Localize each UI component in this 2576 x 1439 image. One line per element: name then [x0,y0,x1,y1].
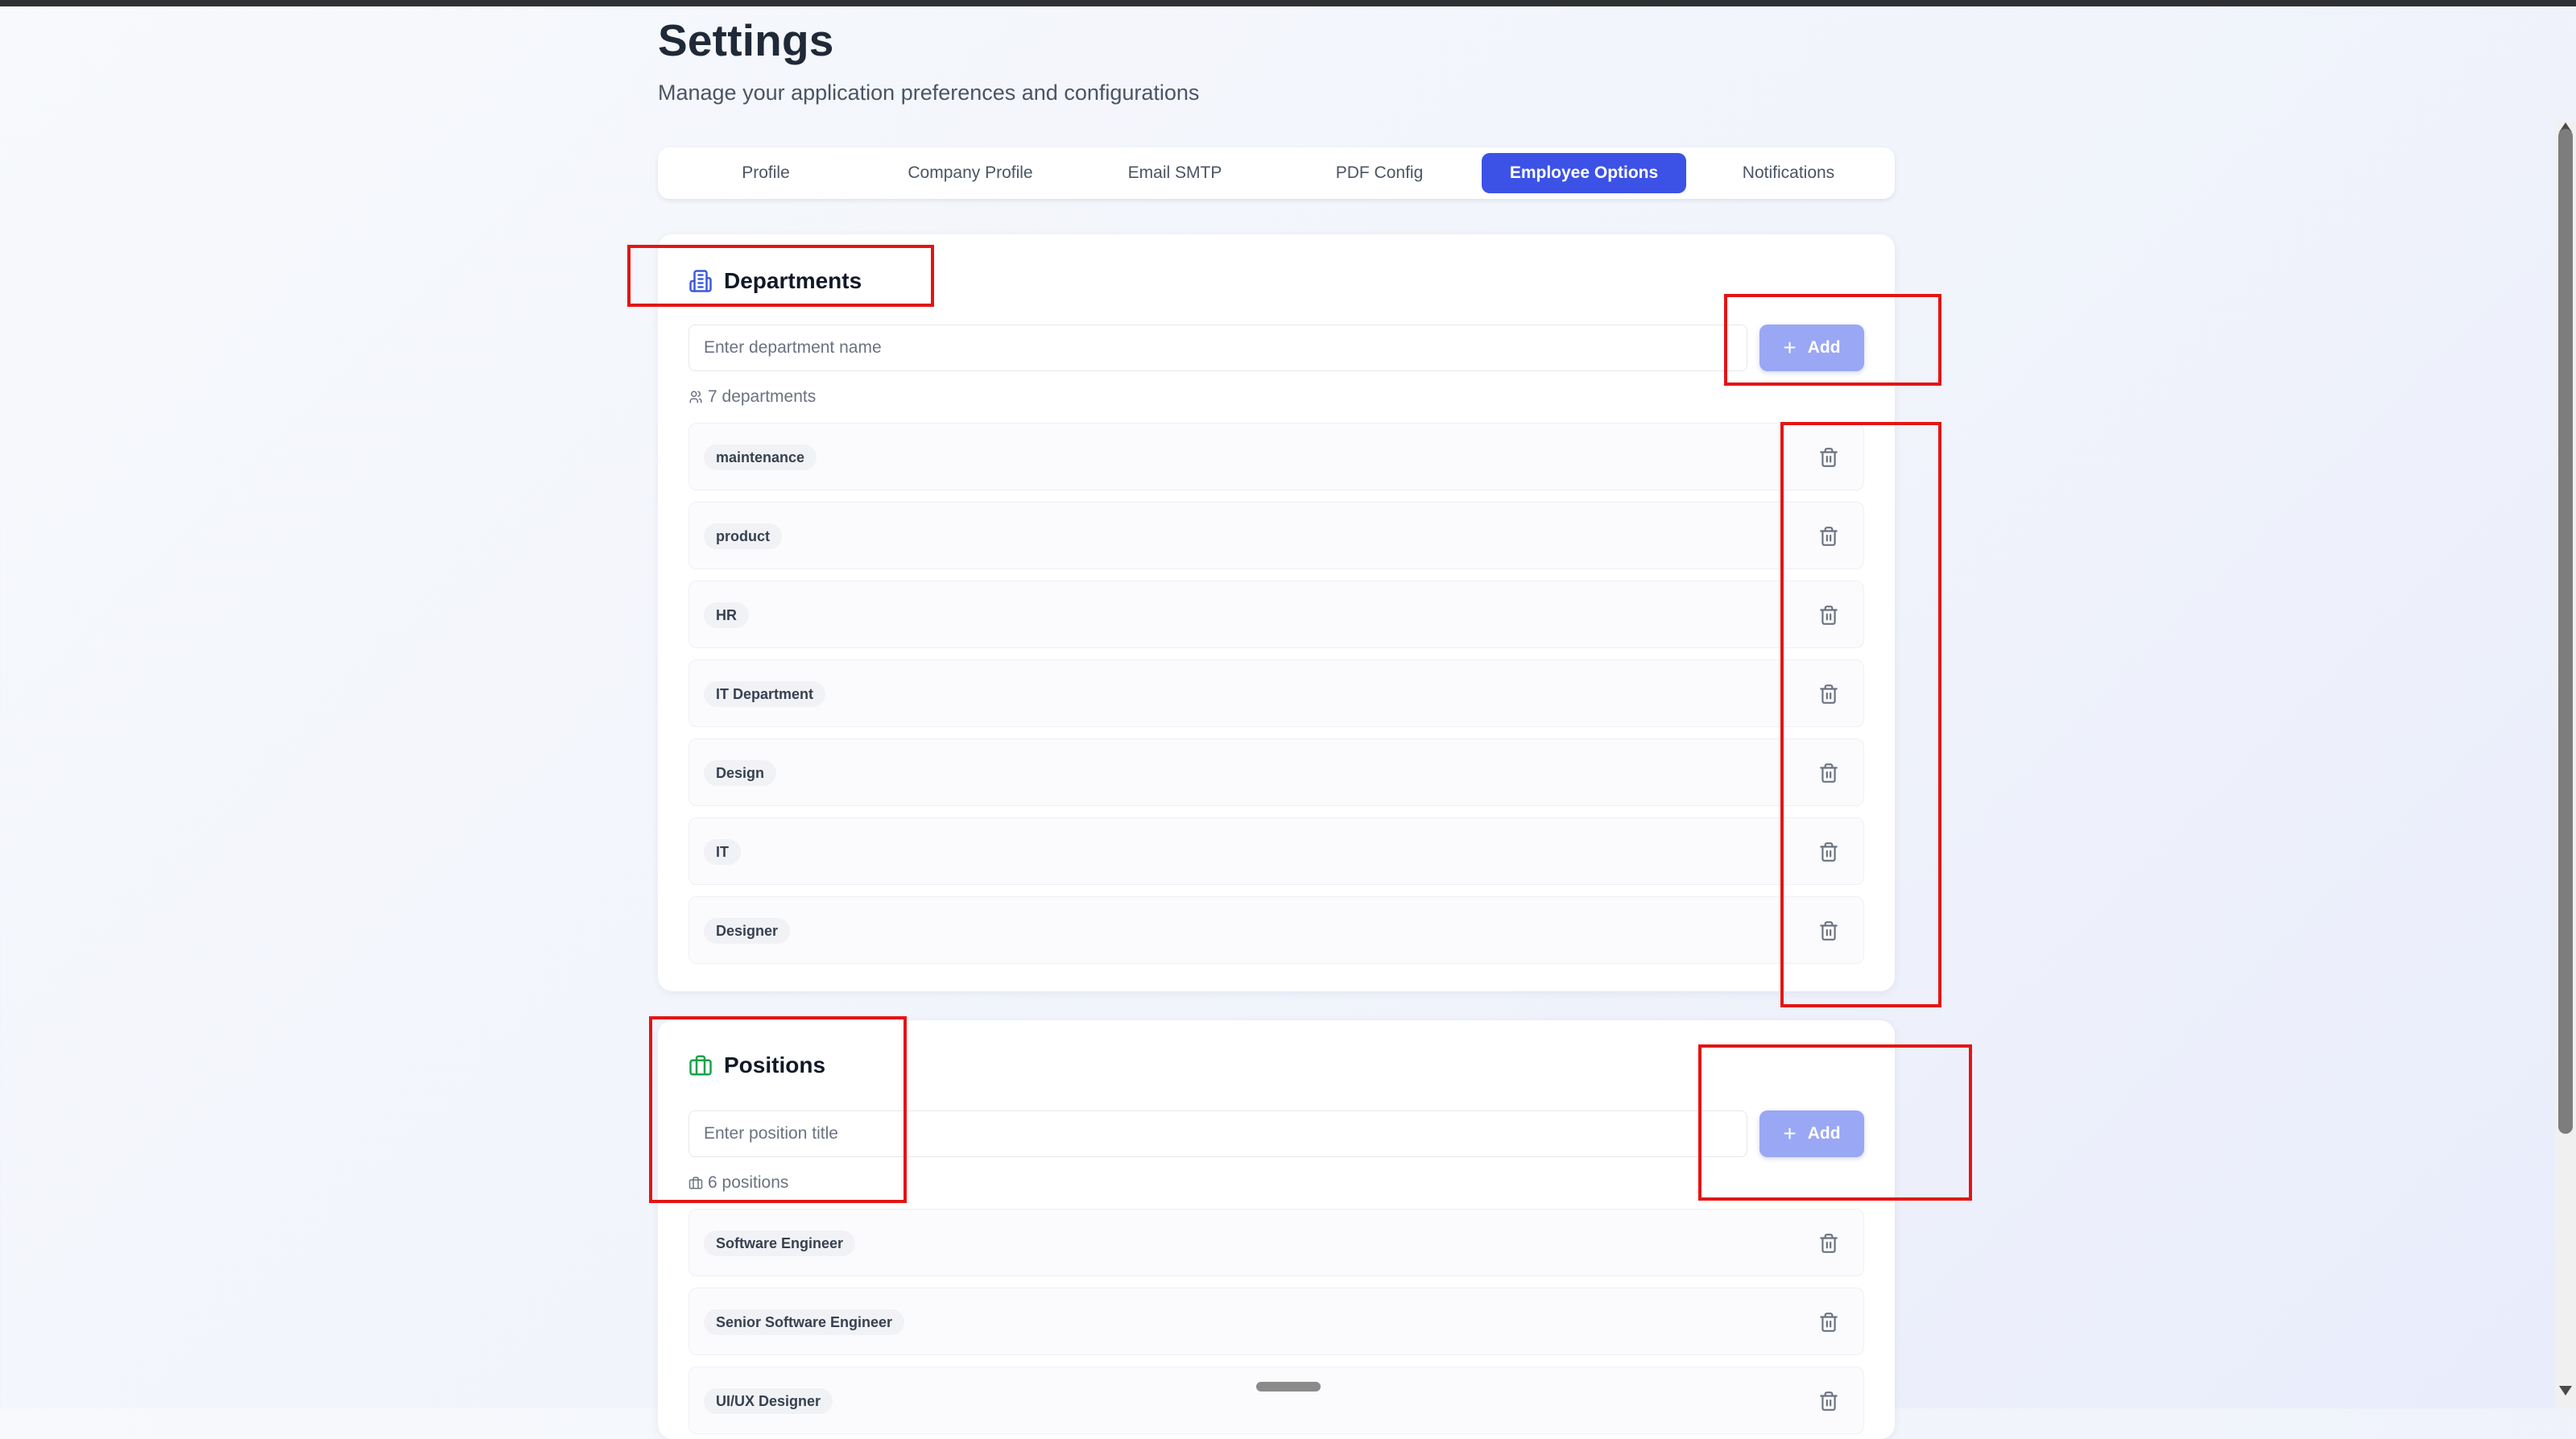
departments-count: 7 departments [688,387,816,407]
annotation-box [1698,1044,1972,1201]
department-row: IT Department [688,660,1864,727]
department-row: maintenance [688,423,1864,490]
department-chip: Design [704,760,777,786]
department-row: product [688,502,1864,569]
department-chip: IT Department [704,681,826,707]
settings-tabs: Profile Company Profile Email SMTP PDF C… [658,147,1895,199]
department-name-input[interactable] [688,325,1747,371]
position-row: Senior Software Engineer [688,1288,1864,1355]
annotation-box [1780,422,1941,1007]
annotation-box [627,245,934,307]
department-row: Designer [688,896,1864,964]
position-chip: UI/UX Designer [704,1388,833,1414]
departments-count-text: 7 departments [708,387,817,406]
position-chip: Senior Software Engineer [704,1309,905,1335]
users-icon [688,390,703,404]
position-row: UI/UX Designer [688,1367,1864,1434]
department-chip: product [704,523,782,549]
page-subtitle: Manage your application preferences and … [658,81,1200,105]
annotation-box [649,1016,907,1203]
tab-profile[interactable]: Profile [664,153,868,193]
tab-employee-options[interactable]: Employee Options [1482,153,1686,193]
department-chip: Designer [704,918,791,944]
scroll-down-arrow-icon[interactable] [2559,1386,2572,1396]
annotation-box [1724,294,1941,386]
trash-icon[interactable] [1818,1391,1839,1412]
department-chip: maintenance [704,445,817,470]
trash-icon[interactable] [1818,1233,1839,1254]
tab-notifications[interactable]: Notifications [1686,153,1891,193]
department-row: IT [688,817,1864,885]
browser-top-bar [0,0,2576,6]
departments-card: Departments + Add 7 departments maintena… [658,234,1895,991]
department-row: Design [688,738,1864,806]
tab-company-profile[interactable]: Company Profile [868,153,1073,193]
department-chip: IT [704,839,741,865]
department-chip: HR [704,602,749,628]
position-row: Software Engineer [688,1209,1864,1276]
drag-handle[interactable] [1256,1382,1321,1391]
position-chip: Software Engineer [704,1230,856,1256]
page-title: Settings [658,15,834,65]
department-row: HR [688,581,1864,648]
tab-email-smtp[interactable]: Email SMTP [1073,153,1277,193]
tab-pdf-config[interactable]: PDF Config [1277,153,1482,193]
trash-icon[interactable] [1818,1312,1839,1333]
scrollbar-thumb[interactable] [2558,129,2573,1134]
